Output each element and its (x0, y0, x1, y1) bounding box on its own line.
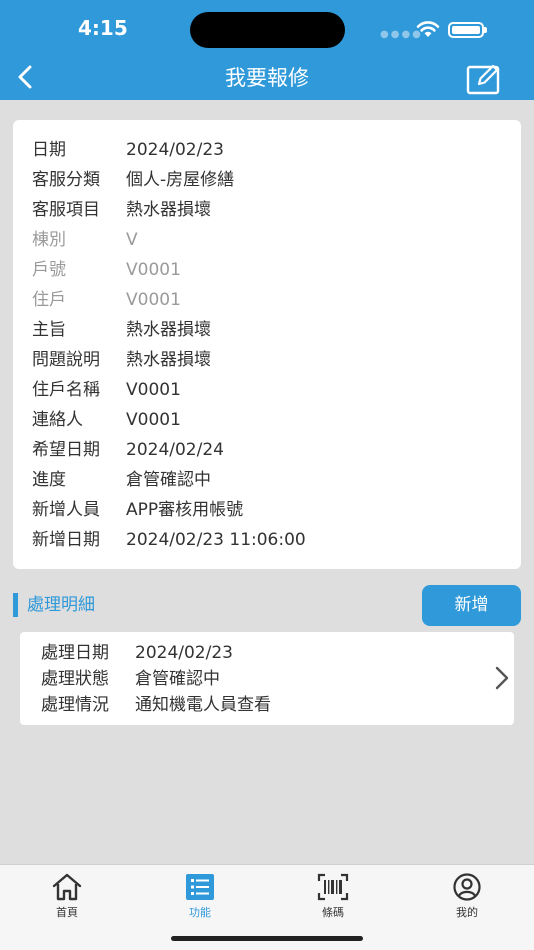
detail-value: 通知機電人員查看 (135, 695, 271, 715)
detail-label: 處理日期 (41, 643, 109, 663)
tab-functions[interactable]: 功能 (160, 873, 240, 920)
home-indicator (171, 936, 363, 941)
info-row-building: 棟別 V (32, 225, 138, 255)
info-value: 2024/02/24 (126, 440, 224, 460)
info-row-category: 客服分類 個人-房屋修繕 (32, 165, 234, 195)
status-time: 4:15 (78, 16, 128, 40)
info-label: 主旨 (32, 320, 66, 340)
section-title: 處理明細 (27, 595, 95, 615)
detail-label: 處理情況 (41, 695, 109, 715)
info-row-resident-name: 住戶名稱 V0001 (32, 375, 181, 405)
info-value: V0001 (126, 260, 181, 280)
info-row-preferred-date: 希望日期 2024/02/24 (32, 435, 224, 465)
info-label: 進度 (32, 470, 66, 490)
info-row-contact: 連絡人 V0001 (32, 405, 181, 435)
info-row-created-date: 新增日期 2024/02/23 11:06:00 (32, 525, 306, 555)
info-row-progress: 進度 倉管確認中 (32, 465, 211, 495)
info-value: 熱水器損壞 (126, 200, 211, 220)
user-icon (453, 873, 481, 901)
info-value: APP審核用帳號 (126, 500, 244, 520)
detail-row-situation: 處理情況 通知機電人員查看 (41, 692, 271, 718)
info-value: 熱水器損壞 (126, 320, 211, 340)
info-label: 日期 (32, 140, 66, 160)
info-value: 個人-房屋修繕 (126, 170, 235, 190)
tab-barcode[interactable]: 條碼 (293, 873, 373, 920)
detail-label: 處理狀態 (41, 669, 109, 689)
home-icon (52, 873, 82, 901)
page-title: 我要報修 (225, 66, 309, 90)
info-label: 希望日期 (32, 440, 100, 460)
add-button[interactable]: 新增 (422, 585, 521, 626)
info-label: 住戶名稱 (32, 380, 100, 400)
info-label: 問題說明 (32, 350, 100, 370)
detail-value: 倉管確認中 (135, 669, 220, 689)
info-label: 棟別 (32, 230, 66, 250)
tab-home[interactable]: 首頁 (27, 873, 107, 920)
info-value: 倉管確認中 (126, 470, 211, 490)
tab-label: 功能 (189, 906, 211, 919)
detail-row-date: 處理日期 2024/02/23 (41, 640, 233, 666)
barcode-icon (317, 873, 349, 901)
info-value: V0001 (126, 380, 181, 400)
info-value: 2024/02/23 (126, 140, 224, 160)
detail-row-status: 處理狀態 倉管確認中 (41, 666, 220, 692)
info-label: 新增人員 (32, 500, 100, 520)
battery-icon (448, 22, 487, 38)
info-value: 熱水器損壞 (126, 350, 211, 370)
tab-label: 我的 (456, 906, 478, 919)
tab-profile[interactable]: 我的 (427, 873, 507, 920)
info-row-item: 客服項目 熱水器損壞 (32, 195, 211, 225)
dynamic-island (190, 12, 345, 48)
info-value: V0001 (126, 410, 181, 430)
detail-value: 2024/02/23 (135, 643, 233, 663)
info-value: V (126, 230, 138, 250)
list-icon (186, 874, 214, 900)
section-accent-bar (13, 593, 18, 617)
info-label: 住戶 (32, 290, 66, 310)
info-label: 戶號 (32, 260, 66, 280)
info-label: 客服分類 (32, 170, 100, 190)
processing-detail-item[interactable]: 處理日期 2024/02/23 處理狀態 倉管確認中 處理情況 通知機電人員查看 (20, 632, 514, 725)
repair-info-card: 日期 2024/02/23 客服分類 個人-房屋修繕 客服項目 熱水器損壞 棟別 V 戶… (13, 120, 521, 569)
info-row-subject: 主旨 熱水器損壞 (32, 315, 211, 345)
info-row-date: 日期 2024/02/23 (32, 135, 224, 165)
info-value: V0001 (126, 290, 181, 310)
tab-label: 條碼 (322, 906, 344, 919)
chevron-right-icon (495, 666, 509, 690)
edit-icon[interactable] (466, 62, 502, 96)
info-row-created-by: 新增人員 APP審核用帳號 (32, 495, 243, 525)
info-row-resident: 住戶 V0001 (32, 285, 181, 315)
info-label: 連絡人 (32, 410, 83, 430)
wifi-icon (416, 21, 440, 37)
info-label: 客服項目 (32, 200, 100, 220)
info-value: 2024/02/23 11:06:00 (126, 530, 306, 550)
tab-label: 首頁 (56, 906, 78, 919)
info-row-description: 問題說明 熱水器損壞 (32, 345, 211, 375)
info-row-unit: 戶號 V0001 (32, 255, 181, 285)
info-label: 新增日期 (32, 530, 100, 550)
app-header: 4:15 ●●●● 我要報修 (0, 0, 534, 100)
